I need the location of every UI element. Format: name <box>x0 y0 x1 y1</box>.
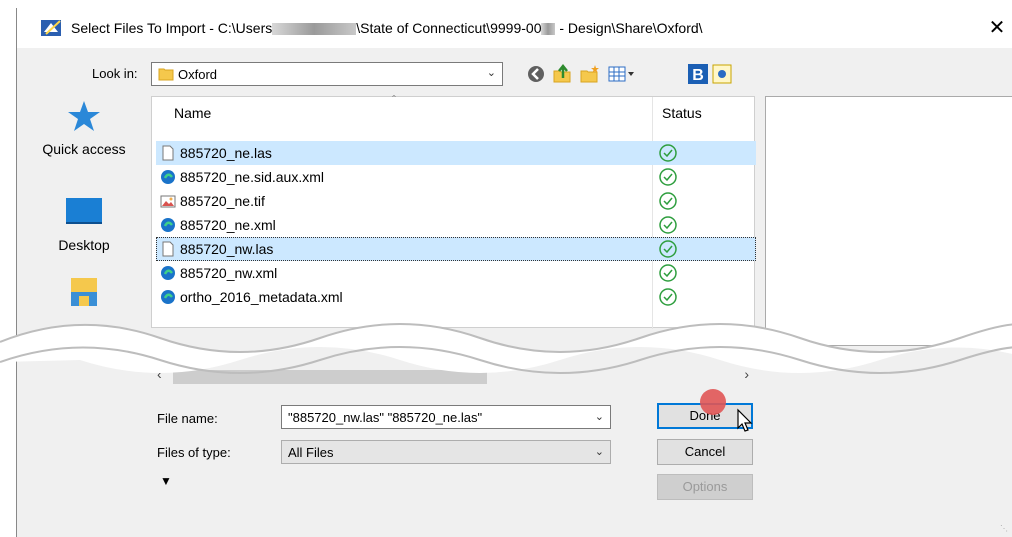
file-row[interactable]: 885720_ne.tif <box>156 189 756 213</box>
file-name: 885720_ne.tif <box>180 193 265 209</box>
edge-icon <box>161 170 175 184</box>
preview-toggle-icon[interactable] <box>711 63 733 85</box>
look-in-dropdown[interactable]: Oxford ⌄ <box>151 62 503 86</box>
svg-text:B: B <box>692 67 704 84</box>
chevron-down-icon[interactable]: ⌄ <box>487 66 496 79</box>
check-circle-icon <box>659 264 677 282</box>
file-row[interactable]: 885720_ne.sid.aux.xml <box>156 165 756 189</box>
sort-up-icon: ˆ <box>392 93 396 107</box>
expand-options-icon[interactable]: ▼ <box>160 474 172 488</box>
file-name: 885720_ne.las <box>180 145 272 161</box>
star-icon <box>68 101 100 131</box>
check-circle-icon <box>659 144 677 162</box>
bentley-icon[interactable]: B <box>687 63 709 85</box>
place-quick-access[interactable]: Quick access <box>21 98 147 157</box>
blank-file-icon <box>162 241 174 257</box>
files-of-type-dropdown[interactable]: All Files ⌄ <box>281 440 611 464</box>
title-bar: Select Files To Import - C:\Users \State … <box>17 8 1012 48</box>
close-button[interactable]: ✕ <box>985 16 1009 40</box>
up-folder-icon[interactable] <box>551 63 573 85</box>
files-of-type-label: Files of type: <box>157 445 231 460</box>
column-header-status[interactable]: Status <box>662 105 702 121</box>
desktop-icon <box>66 198 102 224</box>
mouse-cursor-icon <box>737 408 753 432</box>
file-row[interactable]: 885720_ne.las <box>156 141 756 165</box>
place-desktop[interactable]: Desktop <box>21 194 147 253</box>
file-name: 885720_ne.sid.aux.xml <box>180 169 324 185</box>
resize-grip-icon[interactable]: ⋱ <box>1000 524 1008 533</box>
check-circle-icon <box>659 192 677 210</box>
options-button[interactable]: Options <box>657 474 753 500</box>
cancel-button[interactable]: Cancel <box>657 439 753 465</box>
blank-file-icon <box>162 145 174 161</box>
new-folder-icon[interactable] <box>579 63 601 85</box>
column-header-name[interactable]: Name <box>174 105 211 121</box>
look-in-label: Look in: <box>92 66 138 81</box>
file-row[interactable]: 885720_nw.xml <box>156 261 756 285</box>
image-file-icon <box>160 195 176 208</box>
place-label: Quick access <box>42 141 126 157</box>
file-name-input[interactable]: "885720_nw.las" "885720_ne.las" ⌄ <box>281 405 611 429</box>
edge-icon <box>161 218 175 232</box>
file-name-label: File name: <box>157 411 218 426</box>
check-circle-icon <box>659 216 677 234</box>
file-name: 885720_nw.las <box>180 241 274 257</box>
file-row[interactable]: 885720_ne.xml <box>156 213 756 237</box>
view-menu-icon[interactable] <box>607 63 637 85</box>
back-icon[interactable] <box>525 63 547 85</box>
file-row[interactable]: 885720_nw.las <box>156 237 756 261</box>
import-dialog: Select Files To Import - C:\Users \State … <box>16 8 1012 537</box>
chevron-down-icon[interactable]: ⌄ <box>595 410 604 423</box>
app-icon <box>41 20 61 36</box>
check-circle-icon <box>659 168 677 186</box>
places-bar: Quick access Desktop <box>21 98 147 318</box>
folder-icon <box>158 68 174 81</box>
redacted-username <box>272 23 357 36</box>
place-label: Desktop <box>58 237 110 253</box>
chevron-down-icon[interactable]: ⌄ <box>595 445 604 458</box>
file-name: 885720_ne.xml <box>180 217 276 233</box>
check-circle-icon <box>659 240 677 258</box>
click-indicator <box>700 389 726 415</box>
file-name-value: "885720_nw.las" "885720_ne.las" <box>288 410 483 425</box>
edge-icon <box>161 266 175 280</box>
window-title: Select Files To Import - C:\Users \State … <box>71 20 703 36</box>
look-in-value: Oxford <box>178 67 218 82</box>
files-of-type-value: All Files <box>288 445 334 460</box>
file-name: 885720_nw.xml <box>180 265 278 281</box>
redacted-project-number <box>541 23 556 36</box>
torn-edge-divider <box>0 323 1012 374</box>
